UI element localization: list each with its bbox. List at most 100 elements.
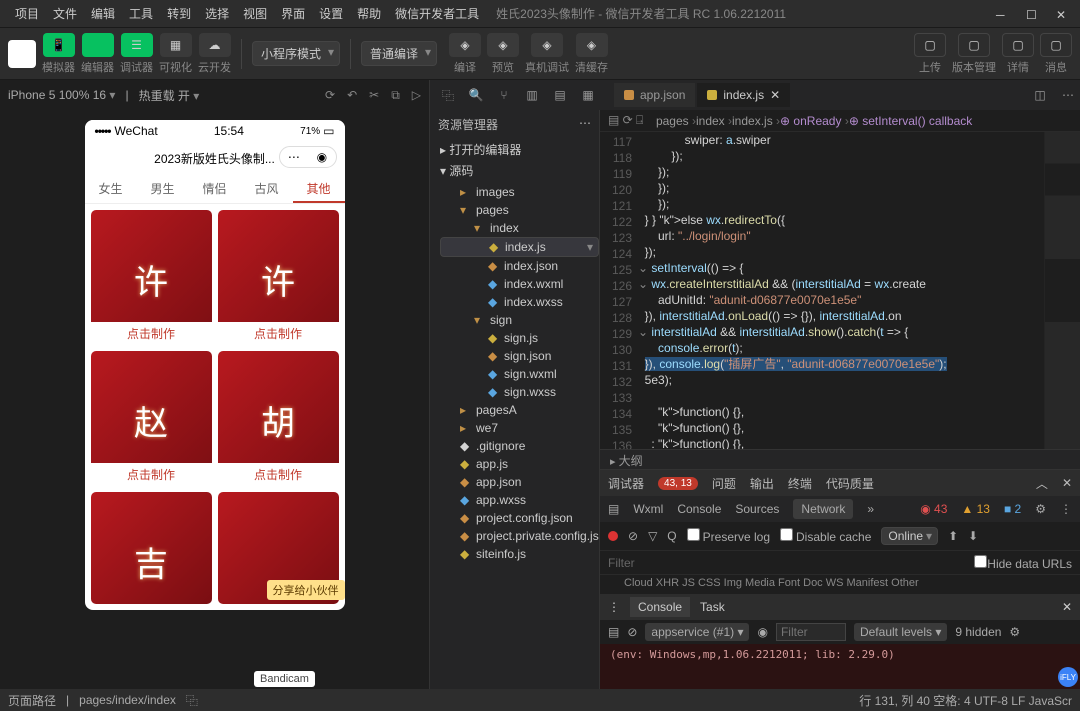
tree-app.wxss[interactable]: ◆app.wxss [440, 491, 599, 509]
tree-sign.wxml[interactable]: ◆sign.wxml [440, 365, 599, 383]
tree-siteinfo.js[interactable]: ◆siteinfo.js [440, 545, 599, 563]
toolbar-icons[interactable]: ▤ ⟳ ⍈ [608, 113, 650, 128]
gear-icon[interactable]: ⚙ [1035, 502, 1046, 516]
console-menu-icon[interactable]: ▤ [608, 625, 619, 639]
menu-界面[interactable]: 界面 [274, 4, 312, 24]
avatar-card-5[interactable]: 分享给小伙伴 [218, 492, 339, 604]
tree-project.config.json[interactable]: ◆project.config.json [440, 509, 599, 527]
page-path-label[interactable]: 页面路径 [8, 692, 56, 709]
popout-icon[interactable]: ⧉ [391, 88, 400, 103]
avatar-card-3[interactable]: 胡点击制作 [218, 351, 339, 486]
console-filter-input[interactable] [776, 623, 846, 641]
menu-选择[interactable]: 选择 [198, 4, 236, 24]
cursor-info[interactable]: 行 131, 列 40 空格: 4 UTF-8 LF JavaScr [859, 692, 1072, 709]
menu-工具[interactable]: 工具 [122, 4, 160, 24]
breadcrumb[interactable]: ▤ ⟳ ⍈ pages ›index ›index.js ›⊕ onReady … [600, 110, 1080, 132]
book-icon[interactable]: ▤ [548, 88, 572, 102]
drawer-tab-console[interactable]: Console [630, 597, 690, 617]
close-sim-icon[interactable]: ▷ [412, 88, 421, 103]
avatar-card-4[interactable]: 吉 [91, 492, 212, 604]
menu-视图[interactable]: 视图 [236, 4, 274, 24]
download-icon[interactable]: ⬇ [968, 529, 978, 543]
tree-pages[interactable]: ▾pages [440, 201, 599, 219]
tree-index.json[interactable]: ◆index.json [440, 257, 599, 275]
section-open-editors[interactable]: ▸ 打开的编辑器 [430, 139, 599, 160]
minimap[interactable] [1044, 132, 1080, 449]
tree-sign.wxss[interactable]: ◆sign.wxss [440, 383, 599, 401]
upload-icon[interactable]: ⬆ [948, 529, 958, 543]
tab-output[interactable]: 输出 [750, 475, 774, 492]
tb-right-消息[interactable]: ▢消息 [1040, 33, 1072, 75]
close-button[interactable]: ✕ [1056, 8, 1068, 20]
tab-sources[interactable]: Sources [735, 502, 779, 516]
tree-app.json[interactable]: ◆app.json [440, 473, 599, 491]
filter-input[interactable]: Filter [608, 556, 635, 570]
throttle-select[interactable]: Online [881, 527, 938, 545]
tree-sign.json[interactable]: ◆sign.json [440, 347, 599, 365]
menu-微信开发者工具[interactable]: 微信开发者工具 [388, 4, 486, 24]
tb-云开发[interactable]: ☁云开发 [198, 33, 231, 75]
tree-index.wxss[interactable]: ◆index.wxss [440, 293, 599, 311]
device-select[interactable]: iPhone 5 100% 16 [8, 88, 115, 102]
menu-项目[interactable]: 项目 [8, 4, 46, 24]
tab-quality[interactable]: 代码质量 [826, 475, 874, 492]
explorer-icon[interactable]: ⿻ [436, 87, 460, 104]
menu-编辑[interactable]: 编辑 [84, 4, 122, 24]
make-button[interactable]: 点击制作 [91, 322, 212, 345]
split-right-icon[interactable]: ◫ [1028, 88, 1052, 102]
avatar-card-0[interactable]: 许点击制作 [91, 210, 212, 345]
clear-console-icon[interactable]: ⊘ [627, 625, 637, 639]
tb-action-预览[interactable]: ◈预览 [487, 33, 519, 75]
minimize-button[interactable]: ─ [996, 8, 1008, 20]
tb-可视化[interactable]: ▦可视化 [159, 33, 192, 75]
tab-network[interactable]: Network [793, 499, 853, 519]
tree-.gitignore[interactable]: ◆.gitignore [440, 437, 599, 455]
menu-设置[interactable]: 设置 [312, 4, 350, 24]
capsule-button[interactable]: ⋯◉ [279, 146, 337, 168]
hidden-count[interactable]: 9 hidden [955, 625, 1001, 639]
tab-problems[interactable]: 问题 [712, 475, 736, 492]
avatar-card-1[interactable]: 许点击制作 [218, 210, 339, 345]
tb-action-清缓存[interactable]: ◈清缓存 [575, 33, 608, 75]
rotate-icon[interactable]: ⟳ [325, 88, 335, 103]
error-count[interactable]: ◉ 43 [920, 502, 947, 516]
chevron-up-icon[interactable]: ︿ [1036, 475, 1048, 492]
level-select[interactable]: Default levels ▾ [854, 623, 947, 641]
sim-tab-男生[interactable]: 男生 [137, 174, 189, 203]
tb-action-真机调试[interactable]: ◈真机调试 [525, 33, 569, 75]
mode-select[interactable]: 小程序模式 [252, 41, 340, 66]
tree-we7[interactable]: ▸we7 [440, 419, 599, 437]
git-icon[interactable]: ⑂ [492, 88, 516, 102]
warning-count[interactable]: ▲ 13 [961, 502, 990, 516]
tab-wxml[interactable]: Wxml [633, 502, 663, 516]
request-categories[interactable]: Cloud XHR JS CSS Img Media Font Doc WS M… [600, 574, 1080, 594]
tb-调试器[interactable]: ☰调试器 [120, 33, 153, 75]
tb-right-详情[interactable]: ▢详情 [1002, 33, 1034, 75]
filter-icon[interactable]: ▽ [648, 529, 657, 543]
make-button[interactable]: 点击制作 [218, 463, 339, 486]
disable-cache-checkbox[interactable]: Disable cache [780, 528, 871, 544]
close-drawer-icon[interactable]: ✕ [1062, 600, 1072, 614]
sim-tab-女生[interactable]: 女生 [85, 174, 137, 203]
search-icon[interactable]: 🔍 [464, 88, 488, 102]
drawer-menu-icon[interactable]: ⋮ [608, 600, 620, 614]
console-gear-icon[interactable]: ⚙ [1009, 625, 1020, 639]
menu-帮助[interactable]: 帮助 [350, 4, 388, 24]
search-net-icon[interactable]: Q [667, 529, 676, 543]
editor-tab-app.json[interactable]: app.json [614, 83, 695, 107]
make-button[interactable]: 点击制作 [218, 322, 339, 345]
sim-tab-古风[interactable]: 古风 [241, 174, 293, 203]
hot-reload-toggle[interactable]: 热重载 开 [139, 87, 200, 104]
sim-tab-其他[interactable]: 其他 [293, 174, 345, 203]
cut-icon[interactable]: ✂ [369, 88, 379, 103]
tree-index[interactable]: ▾index [440, 219, 599, 237]
tree-index.wxml[interactable]: ◆index.wxml [440, 275, 599, 293]
tree-app.js[interactable]: ◆app.js [440, 455, 599, 473]
close-tab-icon[interactable]: ✕ [770, 88, 780, 102]
tb-right-上传[interactable]: ▢上传 [914, 33, 946, 75]
avatar-card-2[interactable]: 赵点击制作 [91, 351, 212, 486]
tab-console[interactable]: Console [677, 502, 721, 516]
tab-terminal[interactable]: 终端 [788, 475, 812, 492]
compile-select[interactable]: 普通编译 [361, 41, 437, 66]
tree-index.js[interactable]: ◆index.js [440, 237, 599, 257]
